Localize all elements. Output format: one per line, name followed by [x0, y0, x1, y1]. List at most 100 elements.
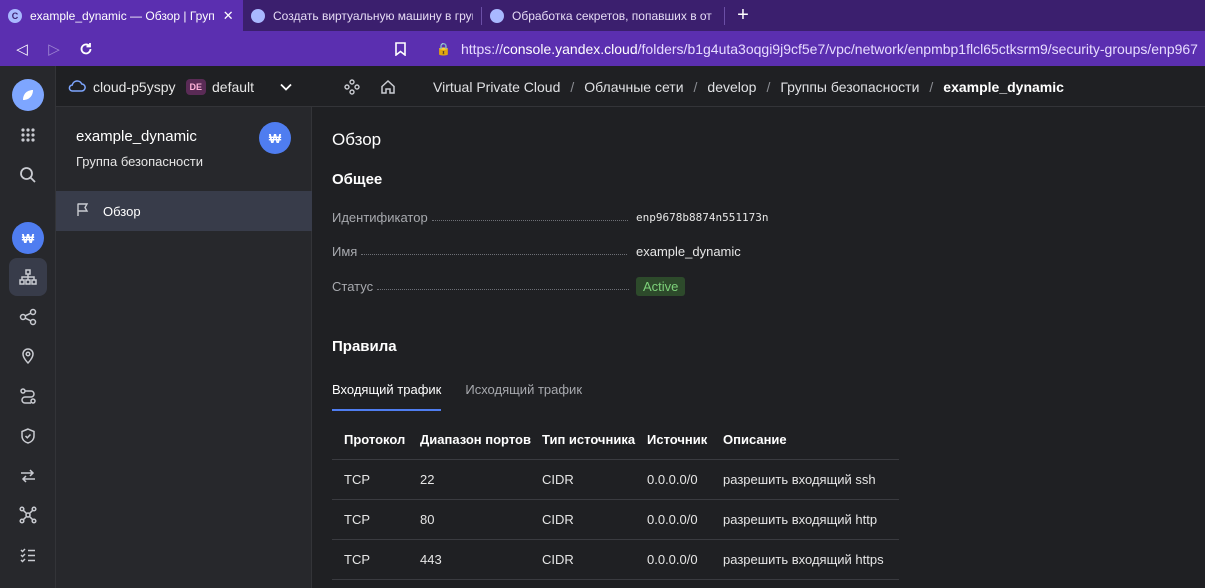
property-status: Статус Active: [332, 276, 932, 296]
browser-tab-title: example_dynamic — Обзор | Груп: [30, 8, 215, 23]
table-cell: 0.0.0.0/0: [647, 512, 698, 527]
traffic-tabs: Входящий трафик Исходящий трафик: [332, 382, 606, 411]
resource-panel: example_dynamic Группа безопасности ₩ Об…: [56, 107, 312, 588]
vpc-service-icon[interactable]: ₩: [12, 222, 44, 254]
back-icon[interactable]: ◁: [6, 31, 38, 66]
location-pin-icon[interactable]: [9, 337, 47, 375]
table-row[interactable]: TCP 22 CIDR 0.0.0.0/0 разрешить входящий…: [332, 460, 899, 500]
breadcrumb-separator: /: [929, 78, 934, 95]
property-label: Имя: [332, 243, 358, 259]
table-cell: TCP: [344, 512, 370, 527]
property-label: Идентификатор: [332, 209, 428, 225]
table-header-row: Протокол Диапазон портов Тип источника И…: [332, 420, 899, 460]
cluster-nodes-icon[interactable]: [9, 496, 47, 534]
property-value-id[interactable]: enp9678b8874n551173n: [636, 211, 768, 224]
breadcrumb-vpc[interactable]: Virtual Private Cloud: [433, 79, 560, 95]
page-favicon-icon: [490, 8, 504, 23]
transfer-arrows-icon[interactable]: [9, 457, 47, 495]
route-icon[interactable]: [9, 377, 47, 415]
browser-tab-3[interactable]: Обработка секретов, попавших в от: [482, 0, 724, 31]
resource-type: Группа безопасности: [76, 154, 203, 169]
column-header: Тип источника: [542, 432, 636, 447]
security-group-icon: ₩: [259, 122, 291, 154]
new-tab-button[interactable]: +: [725, 0, 761, 31]
browser-tab-title: Создать виртуальную машину в груп: [273, 8, 473, 23]
column-header: Источник: [647, 432, 708, 447]
table-cell: CIDR: [542, 472, 574, 487]
home-icon[interactable]: [370, 79, 406, 95]
breadcrumb-separator: /: [766, 78, 771, 95]
service-rail: ₩: [0, 66, 56, 588]
page-title: Обзор: [332, 130, 382, 149]
table-row[interactable]: TCP 443 CIDR 0.0.0.0/0 разрешить входящи…: [332, 540, 899, 580]
table-cell: TCP: [344, 472, 370, 487]
nav-item-label: Обзор: [103, 203, 141, 219]
table-cell: 0.0.0.0/0: [647, 472, 698, 487]
table-cell: CIDR: [542, 552, 574, 567]
share-nodes-icon[interactable]: [9, 298, 47, 336]
network-topology-icon[interactable]: [9, 258, 47, 296]
services-grid-icon[interactable]: [9, 116, 47, 154]
breadcrumb-current: example_dynamic: [943, 78, 1064, 95]
property-label: Статус: [332, 278, 374, 294]
folder-badge: DE: [185, 78, 207, 95]
cloud-name: cloud-p5yspy: [93, 78, 176, 95]
bookmark-icon[interactable]: [390, 31, 410, 66]
table-cell: 22: [420, 472, 435, 487]
console-header: cloud-p5yspy DE default Virtual Private …: [56, 66, 1205, 107]
table-cell: 80: [420, 512, 435, 527]
section-heading-general: Общее: [332, 171, 383, 188]
browser-tab-active[interactable]: C example_dynamic — Обзор | Груп ✕: [0, 0, 243, 31]
breadcrumb-security-groups[interactable]: Группы безопасности: [780, 79, 919, 95]
url-field[interactable]: 🔒 https://console.yandex.cloud/folders/b…: [436, 31, 1198, 66]
column-header: Описание: [723, 432, 787, 447]
breadcrumb-networks[interactable]: Облачные сети: [584, 79, 683, 95]
table-cell: разрешить входящий http: [723, 512, 878, 527]
nav-item-overview[interactable]: Обзор: [56, 191, 312, 231]
yandex-cloud-favicon-icon: C: [8, 8, 22, 23]
breadcrumb-separator: /: [693, 78, 698, 95]
resource-graph-icon[interactable]: [334, 78, 370, 95]
address-bar: ◁ ▷ 🔒 https://console.yandex.cloud/folde…: [0, 31, 1205, 66]
shield-icon[interactable]: [9, 417, 47, 455]
table-cell: разрешить входящий ssh: [723, 472, 876, 487]
forward-icon[interactable]: ▷: [38, 31, 70, 66]
dotted-leader: [431, 219, 628, 221]
page-favicon-icon: [251, 8, 265, 23]
flag-icon: [76, 202, 91, 220]
table-cell: CIDR: [542, 512, 574, 527]
cloud-folder-switcher[interactable]: cloud-p5yspy DE default: [68, 66, 292, 107]
header-icons: [334, 66, 406, 107]
tab-ingress[interactable]: Входящий трафик: [332, 382, 442, 411]
yandex-cloud-logo-icon[interactable]: [12, 79, 44, 111]
url-path: /folders/b1g4uta3oqgi9j9cf5e7/vpc/networ…: [637, 40, 1198, 57]
breadcrumb-separator: /: [570, 78, 575, 95]
breadcrumb: Virtual Private Cloud / Облачные сети / …: [433, 66, 1064, 107]
lock-icon: 🔒: [436, 41, 451, 56]
property-name: Имя example_dynamic: [332, 241, 932, 261]
table-cell: разрешить входящий https: [723, 552, 884, 567]
section-heading-rules: Правила: [332, 338, 397, 355]
property-id: Идентификатор enp9678b8874n551173n: [332, 207, 932, 227]
tab-egress[interactable]: Исходящий трафик: [465, 382, 582, 411]
url-host: console.yandex.cloud: [502, 40, 638, 57]
dotted-leader: [377, 288, 630, 290]
search-icon[interactable]: [9, 156, 47, 194]
chevron-down-icon[interactable]: [280, 80, 292, 94]
browser-tab-2[interactable]: Создать виртуальную машину в груп: [243, 0, 481, 31]
dotted-leader: [361, 253, 628, 255]
column-header: Протокол: [344, 432, 406, 447]
table-cell: 0.0.0.0/0: [647, 552, 698, 567]
table-cell: TCP: [344, 552, 370, 567]
folder-name: default: [212, 78, 255, 95]
url-prefix: https://: [460, 40, 503, 57]
table-row[interactable]: TCP 80 CIDR 0.0.0.0/0 разрешить входящий…: [332, 500, 899, 540]
reload-icon[interactable]: [70, 31, 102, 66]
browser-tab-title: Обработка секретов, попавших в от: [512, 8, 712, 23]
resource-title: example_dynamic: [76, 128, 197, 145]
breadcrumb-develop[interactable]: develop: [707, 79, 756, 95]
close-tab-icon[interactable]: ✕: [223, 8, 234, 24]
checklist-icon[interactable]: [9, 536, 47, 574]
status-badge: Active: [636, 276, 686, 296]
column-header: Диапазон портов: [420, 432, 531, 447]
